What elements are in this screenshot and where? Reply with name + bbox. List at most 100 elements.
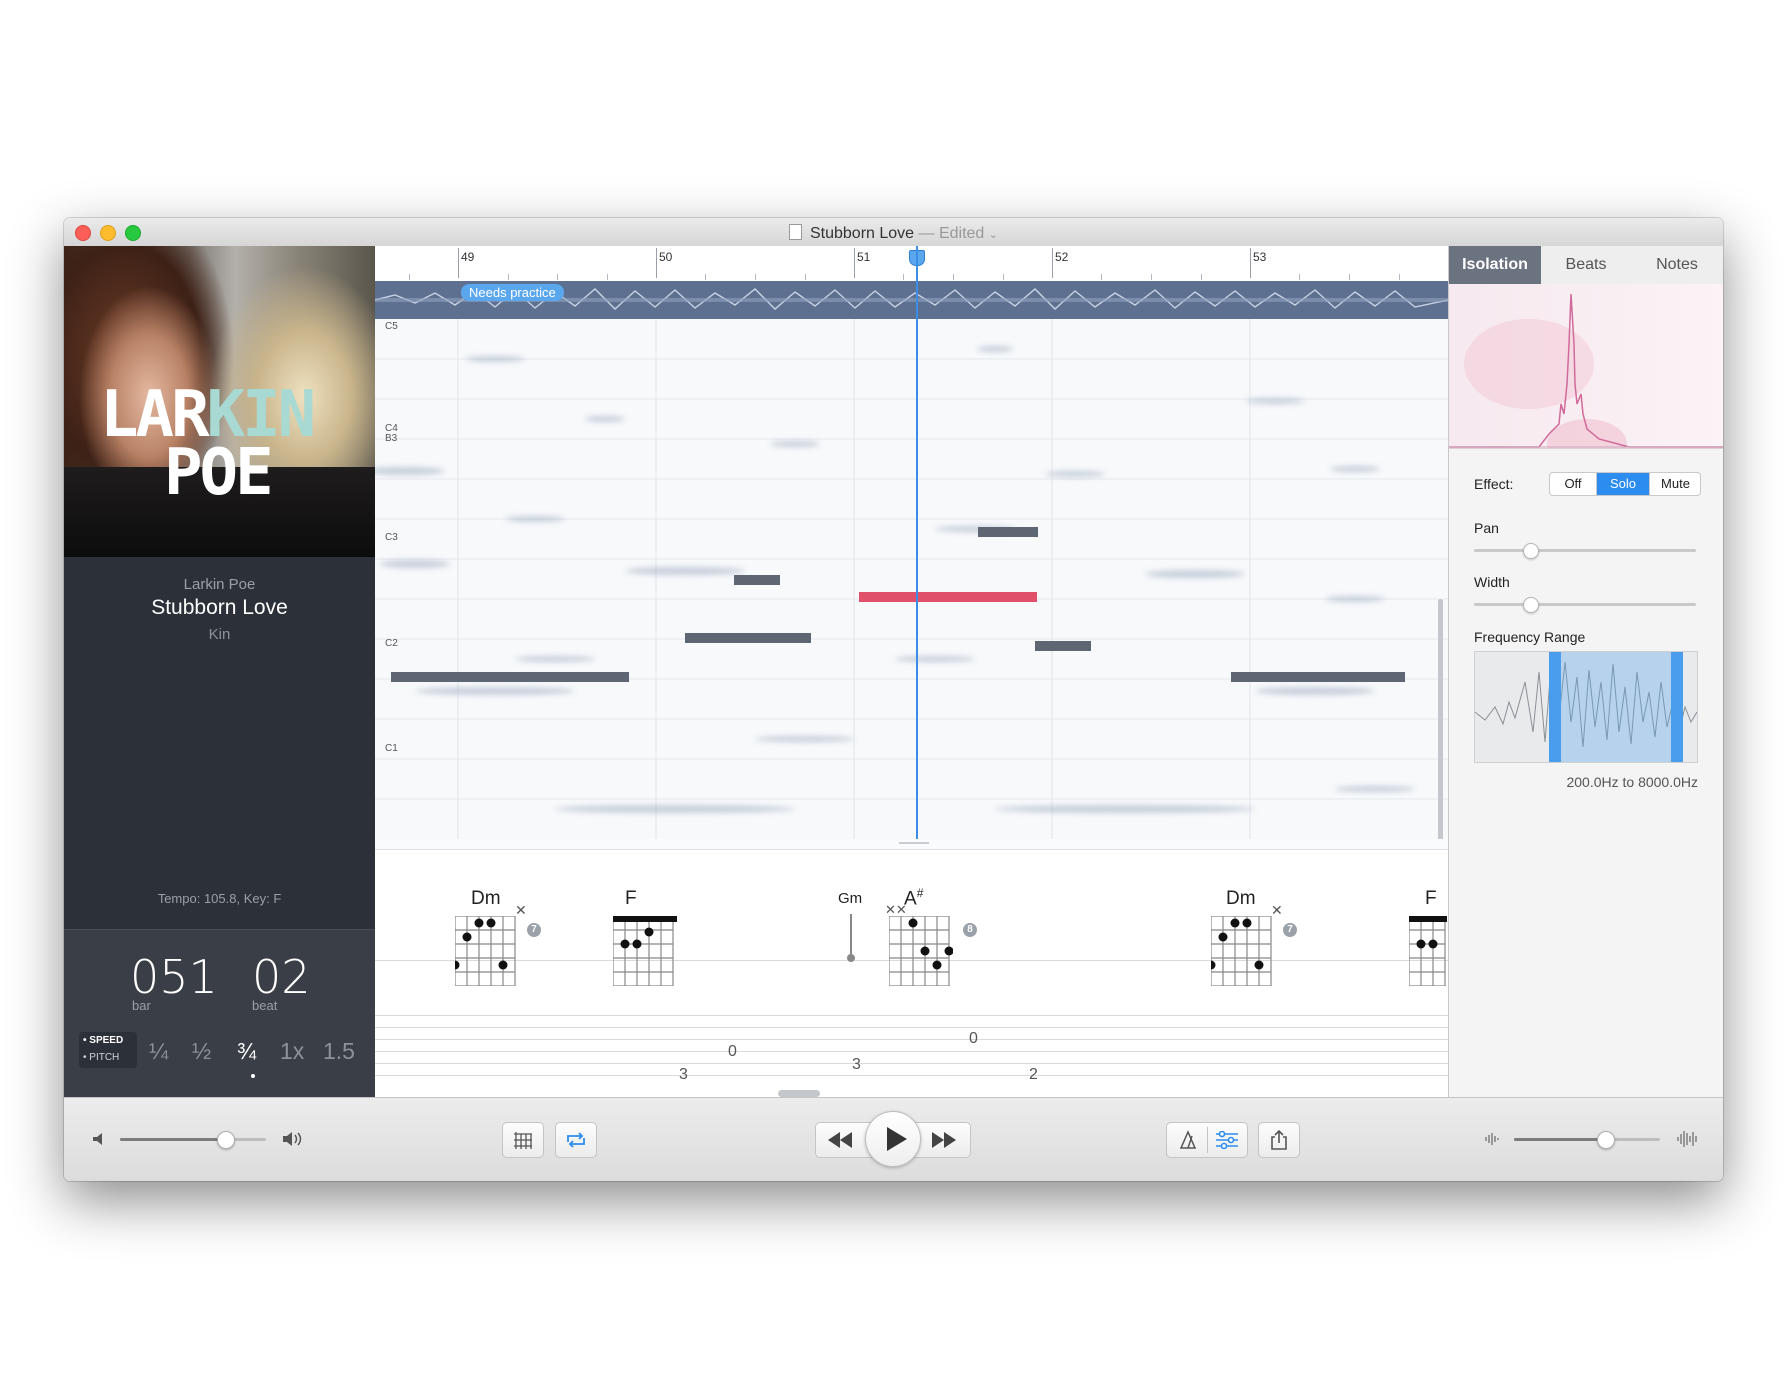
note-bar-current[interactable] [859, 592, 1037, 602]
note-bar[interactable] [734, 575, 780, 585]
speed-pitch-toggle[interactable]: • SPEED • PITCH [79, 1032, 137, 1068]
mix-balance-slider[interactable] [1514, 1131, 1660, 1149]
chord-diagram-a-sharp[interactable] [889, 916, 953, 986]
speed-option-half[interactable]: ½ [192, 1038, 211, 1065]
mixer-icon[interactable] [1215, 1131, 1239, 1149]
loop-icon [567, 1132, 585, 1148]
volume-slider[interactable] [120, 1131, 266, 1149]
speed-option-1x[interactable]: 1x [280, 1038, 304, 1065]
share-button[interactable] [1258, 1122, 1300, 1158]
mix-balance-fill [1514, 1138, 1605, 1141]
chord-name[interactable]: A# [904, 886, 923, 910]
note-bar[interactable] [978, 527, 1038, 537]
title-bar: Stubborn Love — Edited ⌄ [64, 218, 1723, 247]
pan-slider[interactable] [1474, 543, 1696, 559]
note-bar[interactable] [1035, 641, 1091, 651]
chord-name[interactable]: F [1425, 888, 1437, 910]
beat-tick [1101, 274, 1102, 280]
frequency-range-label: Frequency Range [1474, 629, 1586, 645]
spectrogram-piano-roll[interactable]: C5 C4 B3 C3 C2 C1 [375, 319, 1448, 839]
speed-option-quarter[interactable]: ¼ [149, 1038, 168, 1065]
pitch-label-c5: C5 [385, 321, 398, 332]
chord-name[interactable]: F [625, 888, 637, 910]
tab-fret-number: 0 [728, 1043, 737, 1060]
window-title-text: Stubborn Love [809, 225, 915, 242]
playhead-line[interactable] [916, 246, 918, 839]
play-button[interactable] [865, 1111, 921, 1167]
waveform-large-icon [1677, 1131, 1697, 1147]
chord-diagram-dm[interactable] [455, 916, 519, 986]
tab-isolation[interactable]: Isolation [1449, 246, 1541, 284]
pan-label: Pan [1474, 520, 1499, 536]
volume-slider-knob[interactable] [217, 1131, 236, 1149]
chord-diagram-f[interactable] [613, 916, 677, 986]
bar-number: 051 [130, 950, 218, 1004]
button-separator [1207, 1127, 1208, 1153]
loop-button[interactable] [555, 1122, 597, 1158]
frequency-range-selector[interactable] [1474, 651, 1698, 763]
rewind-icon[interactable] [826, 1132, 854, 1148]
transport-toolbar [64, 1097, 1723, 1181]
note-bar[interactable] [685, 633, 811, 643]
effect-solo-button[interactable]: Solo [1597, 473, 1649, 495]
bar-label: bar [132, 998, 151, 1013]
speaker-high-icon [283, 1132, 302, 1146]
frequency-selection-band[interactable] [1549, 652, 1683, 762]
waveform-overview[interactable]: Needs practice [374, 281, 1449, 319]
fast-forward-icon[interactable] [930, 1132, 958, 1148]
chord-name[interactable]: Dm [471, 888, 501, 910]
beat-tick [1299, 274, 1300, 280]
beat-tick [1349, 274, 1350, 280]
chord-name[interactable]: Gm [838, 890, 862, 907]
vertical-scrollbar[interactable] [1438, 599, 1443, 839]
play-icon [887, 1127, 907, 1151]
window-title[interactable]: Stubborn Love — Edited ⌄ [64, 224, 1723, 243]
bar-number-49: 49 [461, 250, 475, 264]
pitch-toggle-label: PITCH [89, 1052, 120, 1063]
chevron-down-icon: ⌄ [988, 229, 998, 241]
document-icon [788, 224, 802, 240]
beat-tick [508, 274, 509, 280]
muted-strings-icon: ✕✕ [885, 902, 907, 917]
beat-tick [903, 274, 904, 280]
timeline-ruler[interactable]: 49 50 51 52 53 [375, 246, 1448, 282]
chord-name[interactable]: Dm [1226, 888, 1256, 910]
speed-option-three-quarter[interactable]: ¾ [237, 1038, 256, 1065]
fret-number: 7 [1283, 923, 1297, 937]
pitch-label-c3: C3 [385, 532, 398, 543]
spectrogram-graphic [375, 319, 1448, 839]
practice-marker[interactable]: Needs practice [461, 284, 564, 301]
effect-off-button[interactable]: Off [1550, 473, 1597, 495]
bar-line [1052, 248, 1053, 278]
album-name: Kin [208, 626, 231, 643]
tab-notes[interactable]: Notes [1631, 246, 1723, 284]
tuner-icon[interactable] [1177, 1130, 1199, 1150]
chord-single-string [850, 914, 852, 954]
tab-beats[interactable]: Beats [1541, 246, 1631, 284]
effect-label: Effect: [1474, 476, 1514, 492]
pan-slider-knob[interactable] [1522, 543, 1539, 559]
effect-mute-button[interactable]: Mute [1649, 473, 1700, 495]
tab-fret-number: 3 [852, 1056, 861, 1073]
horizontal-scroll-handle[interactable] [778, 1090, 820, 1097]
note-bar[interactable] [1231, 672, 1405, 682]
volume-fill [120, 1138, 226, 1141]
tab-fret-number: 0 [969, 1030, 978, 1047]
waveform-small-icon [1485, 1133, 1499, 1145]
share-icon [1271, 1129, 1287, 1150]
bar-line [854, 248, 855, 278]
speed-option-1-5x[interactable]: 1.5 [323, 1038, 355, 1065]
track-info-panel: LARKIN POE Larkin Poe Stubborn Love Kin … [64, 246, 375, 1098]
muted-string-icon: ✕ [1271, 902, 1283, 918]
grid-icon [514, 1132, 532, 1149]
beat-tick [1201, 274, 1202, 280]
beat-label: beat [252, 998, 278, 1013]
beat-tick [705, 274, 706, 280]
isolation-stereo-graph[interactable] [1449, 284, 1723, 469]
width-slider[interactable] [1474, 597, 1696, 613]
chord-diagram-dm[interactable] [1211, 916, 1275, 986]
mix-balance-knob[interactable] [1596, 1131, 1615, 1149]
note-bar[interactable] [391, 672, 629, 682]
grid-button[interactable] [502, 1122, 544, 1158]
width-slider-knob[interactable] [1522, 597, 1539, 613]
